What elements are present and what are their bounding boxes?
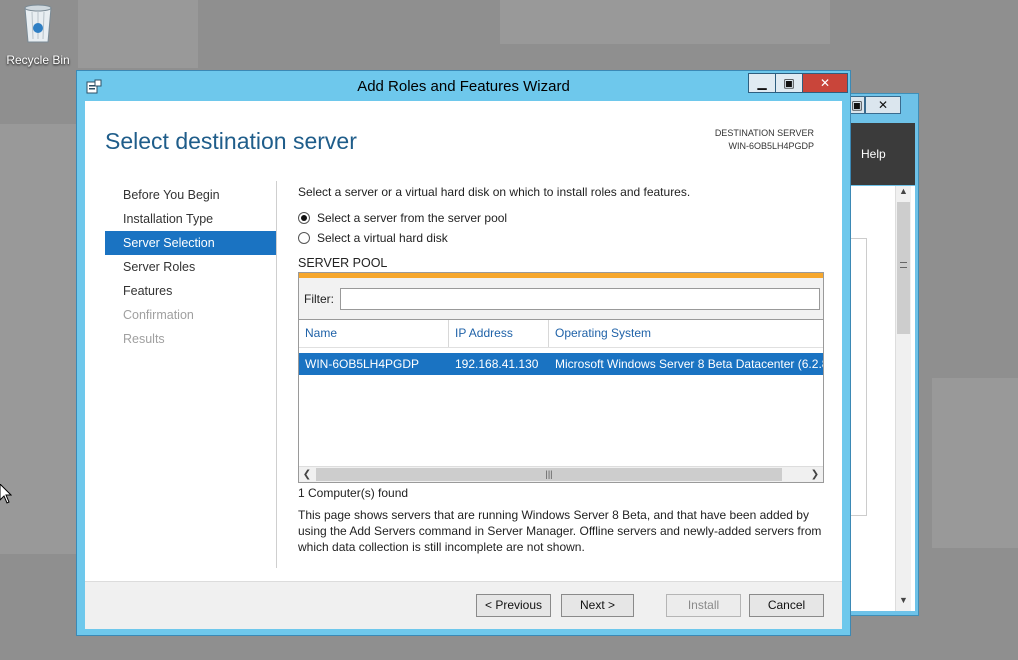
grip-icon: ||| xyxy=(545,469,553,479)
cell-ip-address: 192.168.41.130 xyxy=(455,357,539,371)
page-title: Select destination server xyxy=(105,128,357,154)
title-bar[interactable]: Add Roles and Features Wizard ▁ ▣ ✕ xyxy=(77,71,850,101)
radio-server-pool[interactable]: Select a server from the server pool xyxy=(298,208,826,228)
close-icon[interactable]: ✕ xyxy=(865,96,901,114)
bg-panel xyxy=(851,238,867,516)
intro-text: Select a server or a virtual hard disk o… xyxy=(298,185,691,199)
grip-icon xyxy=(900,262,907,268)
column-header-ip-address[interactable]: IP Address xyxy=(449,320,549,347)
nav-item-features[interactable]: Features xyxy=(105,279,277,303)
main-content: Select a server or a virtual hard disk o… xyxy=(298,183,826,555)
wizard-client-area: Select destination server DESTINATION SE… xyxy=(85,101,842,629)
radio-virtual-hard-disk-label: Select a virtual hard disk xyxy=(317,231,448,245)
window-controls: ▁ ▣ ✕ xyxy=(748,73,848,93)
add-roles-wizard-window: Add Roles and Features Wizard ▁ ▣ ✕ Sele… xyxy=(76,70,851,636)
desktop-tile xyxy=(932,378,1018,548)
restore-icon[interactable]: ▣ xyxy=(849,96,865,114)
column-header-name[interactable]: Name xyxy=(299,320,449,347)
recycle-bin-icon xyxy=(24,4,52,43)
radio-virtual-hard-disk[interactable]: Select a virtual hard disk xyxy=(298,228,826,248)
vertical-scrollbar[interactable]: ▲ ▼ xyxy=(895,186,911,611)
bg-window-controls: ▣ ✕ xyxy=(849,96,901,114)
table-row[interactable]: WIN-6OB5LH4PGDP 192.168.41.130 Microsoft… xyxy=(299,353,823,375)
server-pool-heading: SERVER POOL xyxy=(298,256,388,270)
scroll-right-icon[interactable]: ❯ xyxy=(807,467,823,482)
destination-server-info: DESTINATION SERVER WIN-6OB5LH4PGDP xyxy=(715,127,814,153)
next-button[interactable]: Next > xyxy=(561,594,634,617)
scrollbar-thumb[interactable]: ||| xyxy=(316,468,782,481)
previous-button[interactable]: < Previous xyxy=(476,594,551,617)
filter-bar: Filter: xyxy=(299,278,823,320)
window-title: Add Roles and Features Wizard xyxy=(357,78,570,95)
cell-operating-system: Microsoft Windows Server 8 Beta Datacent… xyxy=(555,357,823,371)
recycle-bin-label: Recycle Bin xyxy=(6,53,70,67)
radio-selected-icon[interactable] xyxy=(298,212,310,224)
scrollbar-thumb[interactable] xyxy=(897,202,910,334)
desktop-tile xyxy=(500,0,830,44)
nav-divider xyxy=(276,181,277,568)
radio-unselected-icon[interactable] xyxy=(298,232,310,244)
filter-input[interactable] xyxy=(340,287,820,310)
install-button: Install xyxy=(666,594,741,617)
server-manager-window: ▣ ✕ Help ▲ ▼ xyxy=(848,93,919,616)
close-icon[interactable]: ✕ xyxy=(802,73,848,93)
server-pool-panel: Filter: Name IP Address Operating System… xyxy=(298,272,824,483)
nav-item-server-roles[interactable]: Server Roles xyxy=(105,255,277,279)
scroll-up-icon[interactable]: ▲ xyxy=(896,186,911,200)
computers-found-count: 1 Computer(s) found xyxy=(298,486,409,500)
recycle-bin[interactable]: Recycle Bin xyxy=(4,0,72,70)
help-menu[interactable]: Help xyxy=(851,123,915,185)
maximize-icon[interactable]: ▣ xyxy=(775,73,803,93)
nav-item-confirmation: Confirmation xyxy=(123,308,194,322)
wizard-nav: Before You Begin Installation Type Serve… xyxy=(105,183,277,351)
bg-window-content: ▲ ▼ xyxy=(851,186,915,611)
horizontal-scrollbar[interactable]: ❮ ||| ❯ xyxy=(299,466,823,482)
wizard-footer: < Previous Next > Install Cancel xyxy=(85,581,842,629)
scroll-down-icon[interactable]: ▼ xyxy=(896,595,911,609)
destination-server-name: WIN-6OB5LH4PGDP xyxy=(728,141,814,151)
nav-item-installation-type[interactable]: Installation Type xyxy=(105,207,277,231)
column-header-operating-system[interactable]: Operating System xyxy=(549,320,823,347)
nav-item-results: Results xyxy=(123,332,165,346)
radio-server-pool-label: Select a server from the server pool xyxy=(317,211,508,225)
nav-item-server-selection[interactable]: Server Selection xyxy=(105,231,277,255)
filter-label: Filter: xyxy=(304,291,334,306)
destination-label: DESTINATION SERVER xyxy=(714,128,814,138)
description-text: This page shows servers that are running… xyxy=(298,508,822,554)
scroll-left-icon[interactable]: ❮ xyxy=(299,467,315,482)
table-header: Name IP Address Operating System xyxy=(299,320,823,348)
nav-item-before-you-begin[interactable]: Before You Begin xyxy=(105,183,277,207)
desktop-tile xyxy=(78,0,198,68)
cancel-button[interactable]: Cancel xyxy=(749,594,824,617)
mouse-cursor-icon xyxy=(0,484,12,504)
cell-name: WIN-6OB5LH4PGDP xyxy=(305,357,420,371)
minimize-icon[interactable]: ▁ xyxy=(748,73,776,93)
